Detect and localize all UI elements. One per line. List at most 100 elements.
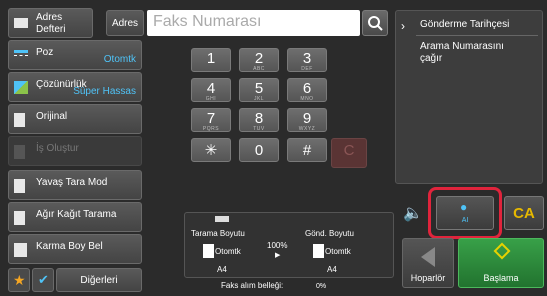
thick-paper-icon: [14, 211, 25, 225]
job-build-icon: [14, 145, 25, 159]
key-0[interactable]: 0: [239, 138, 279, 162]
divider: [416, 35, 538, 36]
others-label: Diğerleri: [80, 275, 118, 286]
original-icon: [14, 113, 25, 127]
speaker-icon: [421, 247, 435, 267]
key-star[interactable]: ✳: [191, 138, 231, 162]
send-paper-icon: [313, 244, 324, 258]
address-label: Adres: [111, 18, 139, 29]
thick-paper-button[interactable]: Ağır Kağıt Tarama: [8, 202, 142, 232]
mixed-size-button[interactable]: Karma Boy Bel: [8, 234, 142, 264]
ai-button[interactable]: ● AI: [436, 196, 494, 230]
search-icon: [368, 16, 383, 31]
job-build-button[interactable]: İş Oluştur: [8, 136, 142, 166]
fax-number-placeholder: Faks Numarası: [153, 13, 262, 30]
keypad: 1 2 ABC 3 DEF 4 GHI 5 JKL 6 MNO 7 PQRS 8 TUV 9W…: [163, 44, 371, 174]
key-digit: #: [302, 142, 312, 159]
key-digit: 2: [254, 50, 264, 67]
key-digit: ✳: [204, 142, 218, 159]
key-letters: TUV: [253, 126, 265, 132]
start-icon: [493, 242, 511, 260]
key-letters: ABC: [253, 66, 265, 72]
start-button[interactable]: Başlama: [458, 238, 544, 288]
key-4[interactable]: 4 GHI: [191, 78, 231, 102]
send-paper-size: A4: [327, 265, 337, 274]
scan-paper-size: A4: [217, 265, 227, 274]
address-button[interactable]: Adres: [106, 10, 144, 36]
thick-paper-label: Ağır Kağıt Tarama: [36, 209, 117, 220]
key-letters: WXYZ: [298, 126, 316, 132]
scan-size-label: Tarama Boyutu: [191, 229, 245, 238]
mixed-size-label: Karma Boy Bel: [36, 241, 103, 252]
favorite-button[interactable]: ★: [8, 268, 30, 292]
others-button[interactable]: Diğerleri: [56, 268, 142, 292]
key-1[interactable]: 1: [191, 48, 231, 72]
exposure-value: Otomtk: [103, 54, 136, 65]
job-build-label: İş Oluştur: [36, 143, 79, 154]
send-history-link[interactable]: Gönderme Tarihçesi: [420, 19, 509, 31]
resolution-value: Süper Hassas: [73, 86, 136, 97]
exposure-button[interactable]: Poz Otomtk: [8, 40, 142, 70]
ai-label: AI: [461, 217, 469, 224]
slow-scan-button[interactable]: Yavaş Tara Mod: [8, 170, 142, 200]
address-book-icon: [14, 18, 28, 28]
call-number-link[interactable]: Arama Numarasını çağır: [420, 41, 504, 65]
key-letters: MNO: [300, 96, 314, 102]
clear-key[interactable]: C: [331, 138, 367, 168]
clear-key-label: C: [343, 142, 355, 159]
key-digit: 1: [206, 50, 216, 67]
key-digit: 8: [254, 110, 264, 127]
exposure-icon: [14, 50, 28, 53]
address-book-button[interactable]: Adres Defteri: [8, 8, 93, 38]
start-label: Başlama: [483, 273, 519, 283]
check-icon: ✔: [38, 272, 49, 287]
fax-memory-value: 0%: [316, 283, 327, 290]
key-letters: DEF: [301, 66, 313, 72]
slow-scan-icon: [14, 179, 25, 193]
key-digit: 9: [302, 110, 312, 127]
send-auto-value: Otomtk: [325, 247, 351, 256]
key-6[interactable]: 6 MNO: [287, 78, 327, 102]
key-hash[interactable]: #: [287, 138, 327, 162]
resolution-button[interactable]: Çözünürlük Süper Hassas: [8, 72, 142, 102]
key-digit: 6: [302, 80, 312, 97]
search-button[interactable]: [362, 10, 388, 36]
arrow-right-icon: ▶: [275, 252, 281, 259]
key-letters: GHI: [205, 96, 217, 102]
key-digit: 5: [254, 80, 264, 97]
key-digit: 0: [254, 142, 264, 159]
speaker-button[interactable]: Hoparlör: [402, 238, 454, 288]
key-8[interactable]: 8 TUV: [239, 108, 279, 132]
key-letters: PQRS: [202, 126, 220, 132]
key-7[interactable]: 7 PQRS: [191, 108, 231, 132]
chevron-right-icon[interactable]: ›: [401, 19, 405, 33]
ca-button[interactable]: CA: [504, 196, 544, 230]
speaker-label: Hoparlör: [410, 273, 446, 283]
scan-paper-icon: [203, 244, 214, 258]
original-button[interactable]: Orijinal: [8, 104, 142, 134]
key-5[interactable]: 5 JKL: [239, 78, 279, 102]
key-2[interactable]: 2 ABC: [239, 48, 279, 72]
scan-info-box: Tarama Boyutu Gönd. Boyutu Otomtk 100% ▶…: [184, 212, 394, 278]
fax-memory-label: Faks alım belleği:: [221, 281, 284, 290]
fax-number-input[interactable]: Faks Numarası: [147, 10, 360, 36]
resolution-icon: [14, 81, 28, 94]
scanner-icon: [215, 216, 229, 222]
star-icon: ★: [13, 272, 26, 288]
scan-auto-value: Otomtk: [215, 247, 241, 256]
exposure-icon-lines: [14, 55, 28, 58]
key-9[interactable]: 9 WXYZ: [287, 108, 327, 132]
check-button[interactable]: ✔: [32, 268, 54, 292]
key-digit: 7: [206, 110, 216, 127]
ca-label: CA: [513, 205, 535, 222]
original-label: Orijinal: [36, 111, 68, 122]
volume-icon[interactable]: 🔈: [403, 203, 423, 223]
mixed-size-icon: [14, 243, 27, 257]
address-book-label: Adres Defteri: [36, 12, 66, 35]
send-size-label: Gönd. Boyutu: [305, 229, 354, 238]
key-digit: 3: [302, 50, 312, 67]
slow-scan-label: Yavaş Tara Mod: [36, 177, 108, 188]
key-3[interactable]: 3 DEF: [287, 48, 327, 72]
person-icon: ●: [460, 200, 468, 214]
ratio-value: 100%: [267, 241, 288, 250]
